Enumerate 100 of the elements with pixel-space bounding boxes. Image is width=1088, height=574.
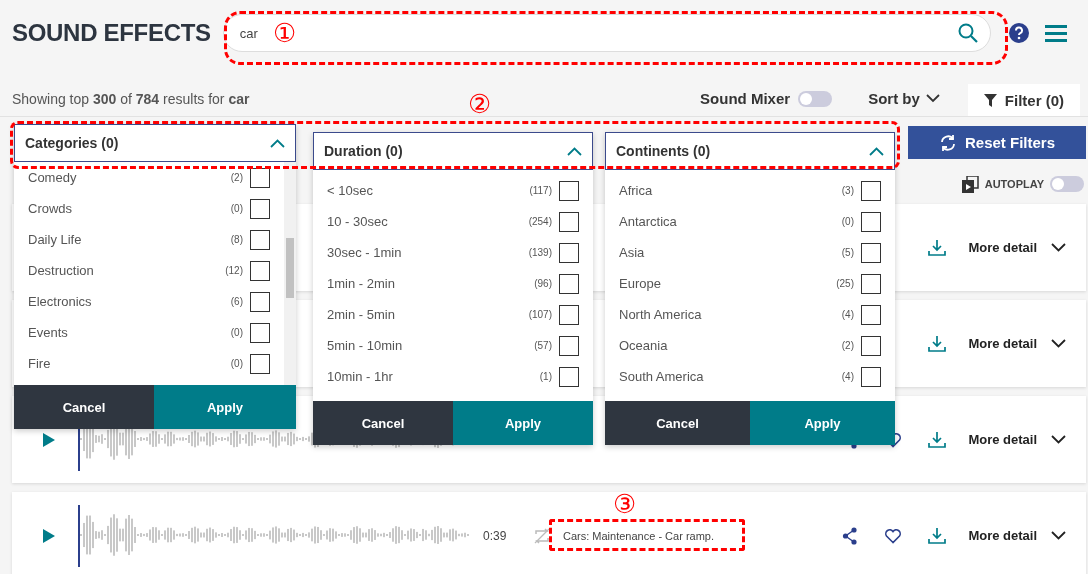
filter-header[interactable]: Continents (0) xyxy=(605,132,895,170)
heart-icon[interactable] xyxy=(884,527,903,544)
option-count: (1) xyxy=(539,371,552,382)
play-icon[interactable] xyxy=(42,431,56,448)
option-count: (5) xyxy=(841,247,854,258)
option-label: Events xyxy=(28,325,69,340)
option-count: (2) xyxy=(841,340,854,351)
checkbox[interactable] xyxy=(861,335,881,356)
page-title: SOUND EFFECTS xyxy=(12,19,211,47)
checkbox[interactable] xyxy=(250,353,270,374)
checkbox[interactable] xyxy=(250,229,270,250)
option-label: 2min - 5min xyxy=(327,307,396,322)
apply-button[interactable]: Apply xyxy=(453,401,593,445)
checkbox[interactable] xyxy=(250,167,270,188)
download-icon[interactable] xyxy=(928,238,947,257)
filter-tab[interactable]: Filter (0) xyxy=(967,84,1080,116)
option-count: (0) xyxy=(841,216,854,227)
checkbox[interactable] xyxy=(250,260,270,281)
scrollbar[interactable] xyxy=(284,162,296,385)
more-detail-button[interactable]: More detail xyxy=(968,240,1037,255)
option-count: (254) xyxy=(528,216,552,227)
download-icon[interactable] xyxy=(928,430,947,449)
cancel-button[interactable]: Cancel xyxy=(313,401,453,445)
chevron-down-icon[interactable] xyxy=(1051,243,1066,252)
checkbox[interactable] xyxy=(559,366,579,387)
checkbox[interactable] xyxy=(250,291,270,312)
option-label: North America xyxy=(619,307,703,322)
option-count: (4) xyxy=(841,371,854,382)
autoplay-label: AUTOPLAY xyxy=(984,178,1044,190)
option-label: Daily Life xyxy=(28,232,83,247)
checkbox[interactable] xyxy=(250,198,270,219)
autoplay-toggle[interactable] xyxy=(1050,176,1084,192)
chevron-down-icon[interactable] xyxy=(1051,339,1066,348)
checkbox[interactable] xyxy=(861,273,881,294)
option-label: Antarctica xyxy=(619,214,678,229)
menu-icon[interactable] xyxy=(1044,24,1067,42)
chevron-up-icon xyxy=(869,146,884,156)
funnel-icon xyxy=(983,93,997,107)
option-label: Fire xyxy=(28,356,52,371)
option-count: (107) xyxy=(528,309,552,320)
option-count: (57) xyxy=(534,340,552,351)
apply-button[interactable]: Apply xyxy=(154,385,296,429)
option-count: (96) xyxy=(534,278,552,289)
annotation-number: ② xyxy=(468,91,492,117)
refresh-icon xyxy=(938,133,957,152)
option-count: (139) xyxy=(528,247,552,258)
option-label: Electronics xyxy=(28,294,93,309)
checkbox[interactable] xyxy=(861,242,881,263)
chevron-down-icon[interactable] xyxy=(1051,435,1066,444)
checkbox[interactable] xyxy=(559,242,579,263)
filter-header[interactable]: Duration (0) xyxy=(313,132,593,170)
checkbox[interactable] xyxy=(559,304,579,325)
option-label: Asia xyxy=(619,245,646,260)
download-icon[interactable] xyxy=(928,526,947,545)
option-label: South America xyxy=(619,369,705,384)
option-count: (0) xyxy=(230,327,243,338)
duration-label: 0:39 xyxy=(483,528,508,543)
option-count: (2) xyxy=(230,172,243,183)
option-count: (6) xyxy=(230,296,243,307)
checkbox[interactable] xyxy=(559,180,579,201)
checkbox[interactable] xyxy=(861,211,881,232)
chevron-up-icon xyxy=(567,146,582,156)
checkbox[interactable] xyxy=(861,180,881,201)
checkbox[interactable] xyxy=(559,273,579,294)
option-count: (4) xyxy=(841,309,854,320)
option-count: (0) xyxy=(230,358,243,369)
reset-filters-button[interactable]: Reset Filters xyxy=(908,126,1086,159)
checkbox[interactable] xyxy=(861,304,881,325)
more-detail-button[interactable]: More detail xyxy=(968,432,1037,447)
checkbox[interactable] xyxy=(559,211,579,232)
option-label: 10min - 1hr xyxy=(327,369,394,384)
annotation-number: ① xyxy=(273,20,297,46)
chevron-up-icon xyxy=(270,138,285,148)
checkbox[interactable] xyxy=(559,335,579,356)
sound-mixer-toggle[interactable] xyxy=(798,90,833,107)
option-count: (3) xyxy=(841,185,854,196)
sort-button[interactable]: Sort by xyxy=(862,89,946,116)
checkbox[interactable] xyxy=(861,366,881,387)
option-count: (12) xyxy=(225,265,243,276)
more-detail-button[interactable]: More detail xyxy=(968,336,1037,351)
option-label: Oceania xyxy=(619,338,669,353)
share-icon[interactable] xyxy=(842,526,859,545)
checkbox[interactable] xyxy=(250,322,270,343)
more-detail-button[interactable]: More detail xyxy=(968,528,1037,543)
chevron-down-icon xyxy=(925,94,940,103)
apply-button[interactable]: Apply xyxy=(750,401,895,445)
option-label: 10 - 30sec xyxy=(327,214,389,229)
cancel-button[interactable]: Cancel xyxy=(605,401,750,445)
cancel-button[interactable]: Cancel xyxy=(14,385,154,429)
filter-header[interactable]: Categories (0) xyxy=(14,124,296,162)
play-icon[interactable] xyxy=(42,527,56,544)
download-icon[interactable] xyxy=(928,334,947,353)
help-icon[interactable] xyxy=(1008,23,1029,43)
loop-icon[interactable] xyxy=(533,526,551,545)
playlist-icon xyxy=(961,175,979,193)
chevron-down-icon[interactable] xyxy=(1051,531,1066,540)
option-label: Crowds xyxy=(28,201,74,216)
option-label: < 10sec xyxy=(327,183,374,198)
option-count: (8) xyxy=(230,234,243,245)
sound-mixer-label: Sound Mixer xyxy=(700,90,791,107)
